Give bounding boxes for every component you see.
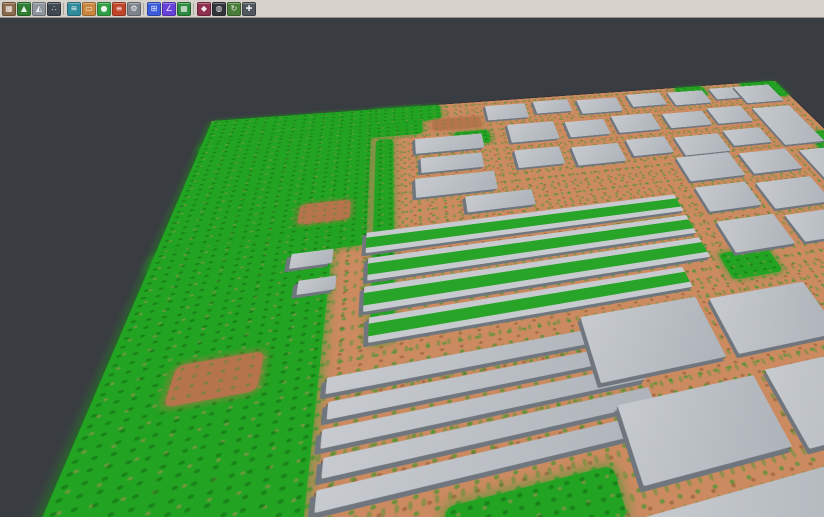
- application-window: ▦▲◭∴≋▭●≡⚙⊞∠▦◆◍↻✚: [0, 0, 824, 517]
- building-roof: [625, 136, 674, 156]
- settings-icon[interactable]: ⚙: [127, 2, 141, 16]
- toolbar-separator: [192, 2, 196, 16]
- refresh-icon[interactable]: ↻: [227, 2, 241, 16]
- scene-wrap: [0, 18, 824, 517]
- sphere-icon[interactable]: ●: [97, 2, 111, 16]
- building-roof: [507, 121, 560, 143]
- flag-icon[interactable]: ◆: [197, 2, 211, 16]
- building-roof: [576, 97, 623, 113]
- open-folder-icon[interactable]: ▦: [2, 2, 16, 16]
- ground-icon[interactable]: ▭: [82, 2, 96, 16]
- building-roof: [485, 103, 529, 120]
- building-roof: [626, 92, 667, 106]
- vegetation-patch: [718, 246, 784, 280]
- building-roof: [723, 127, 773, 146]
- info-icon[interactable]: ✚: [242, 2, 256, 16]
- building-roof: [739, 148, 803, 173]
- building-roof: [756, 176, 824, 209]
- building-roof: [465, 189, 536, 212]
- building-roof: [580, 297, 726, 383]
- select-icon[interactable]: ⊞: [147, 2, 161, 16]
- building-roof: [533, 99, 572, 113]
- building-roof: [420, 152, 484, 173]
- points-icon[interactable]: ∴: [47, 2, 61, 16]
- 3d-viewport[interactable]: [0, 18, 824, 517]
- building-roof: [707, 106, 754, 124]
- dirt-patch: [432, 116, 482, 131]
- measure-icon[interactable]: ∠: [162, 2, 176, 16]
- toolbar-separator: [62, 2, 66, 16]
- building-roof: [709, 282, 824, 354]
- terrain-icon[interactable]: ◭: [32, 2, 46, 16]
- building-roof: [565, 119, 611, 137]
- building-roof: [571, 143, 627, 166]
- toolbar-separator: [142, 2, 146, 16]
- grid-icon[interactable]: ▦: [177, 2, 191, 16]
- building-roof: [716, 214, 795, 253]
- water-icon[interactable]: ≋: [67, 2, 81, 16]
- classify-icon[interactable]: ≡: [112, 2, 126, 16]
- building-roof: [662, 111, 713, 128]
- terrain-plane: [0, 81, 824, 517]
- building-roof: [514, 146, 565, 168]
- toolbar-icons: ▦▲◭∴≋▭●≡⚙⊞∠▦◆◍↻✚: [0, 2, 256, 16]
- toolbar: ▦▲◭∴≋▭●≡⚙⊞∠▦◆◍↻✚: [0, 0, 824, 18]
- building-roof: [611, 113, 661, 133]
- building-roof: [695, 181, 762, 211]
- globe-icon[interactable]: ◍: [212, 2, 226, 16]
- building-roof: [676, 152, 746, 181]
- vegetation-icon[interactable]: ▲: [17, 2, 31, 16]
- building-roof: [415, 133, 485, 153]
- vegetation-patch: [0, 232, 334, 517]
